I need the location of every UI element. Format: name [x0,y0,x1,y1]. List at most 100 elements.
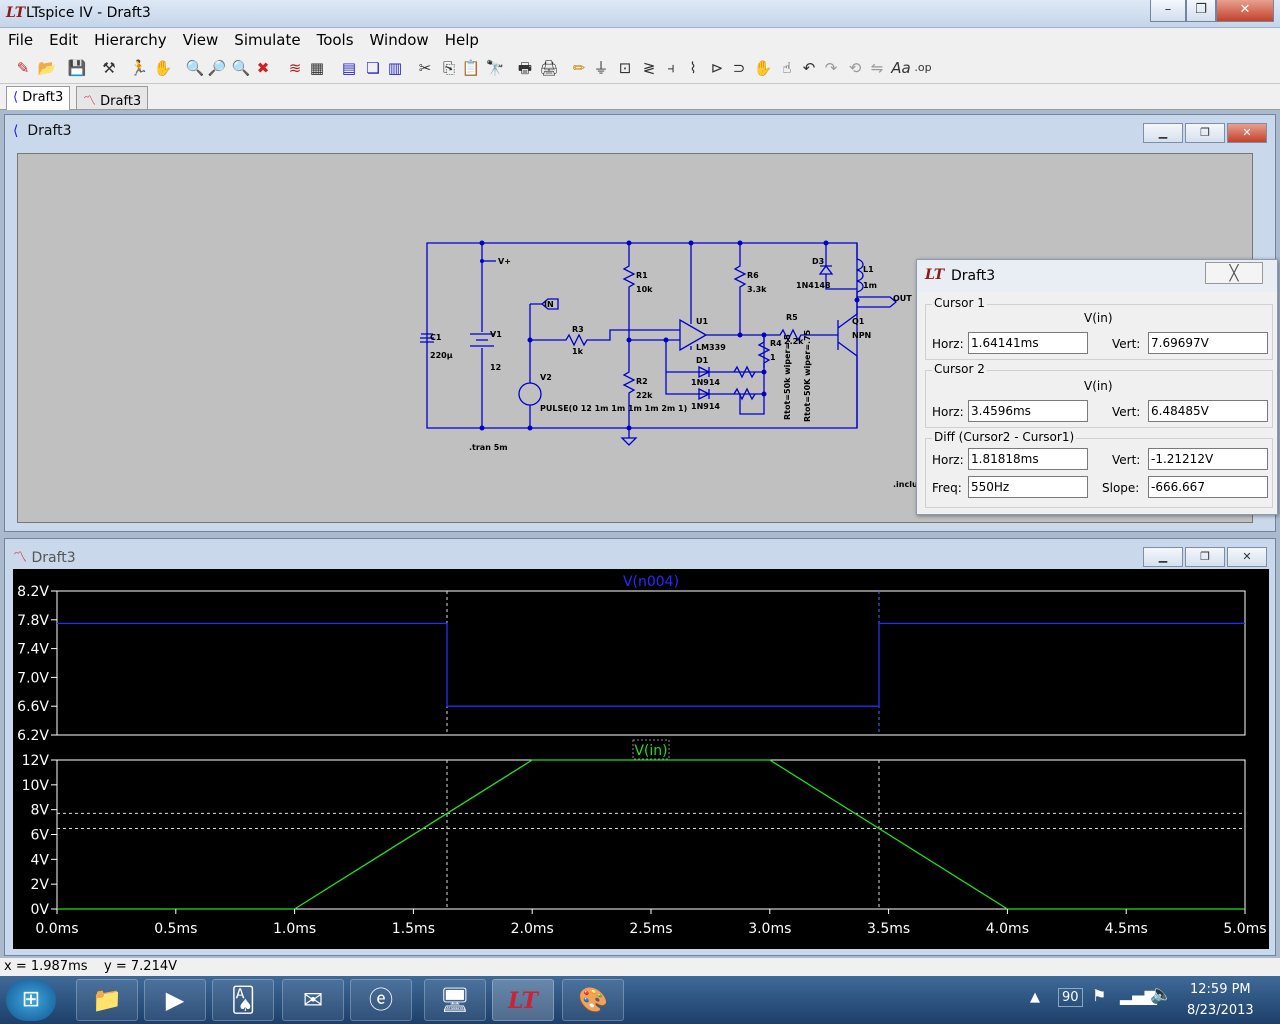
ground-icon[interactable]: ⏚ [590,57,612,79]
taskbar: ⊞ 📁 ▶ 🂡 ✉ ⓔ 🖥 LT 🎨 ▲ 90 ⚑ ▂▄▆ 🔈 12:59 PM… [0,976,1280,1024]
undo-icon[interactable]: ↶ [798,57,820,79]
freq-field[interactable] [968,476,1088,498]
menu-window[interactable]: Window [362,28,437,49]
minimize-button[interactable]: ▁ [1143,123,1183,143]
tray-expand-icon[interactable]: ▲ [1030,990,1040,1005]
clock-time[interactable]: 12:59 PM [1190,982,1251,997]
monitor-icon: 🖥 [439,986,471,1014]
tab-waveform[interactable]: 〽 Draft3 [76,86,149,109]
zoom-in-icon[interactable]: 🔍 [184,57,206,79]
menu-tools[interactable]: Tools [309,28,362,49]
rotate-icon[interactable]: ⟲ [844,57,866,79]
component-icon[interactable]: ⊃ [728,57,750,79]
save-icon[interactable]: 💾 [66,57,88,79]
resistor-icon[interactable]: ≷ [638,57,660,79]
cut-icon[interactable]: ✂ [414,57,436,79]
autorange-icon[interactable]: ≋ [284,57,306,79]
ltspice-logo-icon: LT [925,267,945,283]
minimize-button[interactable]: ▁ [1143,547,1183,567]
clock-date[interactable]: 8/23/2013 [1187,1003,1254,1018]
open-icon[interactable]: 📂 [36,57,58,79]
print-setup-icon[interactable]: 🖶 [514,57,536,79]
cursor-window-close-button[interactable]: ╳ [1205,262,1263,284]
close-button[interactable]: ✕ [1227,123,1267,143]
cursor1-vert-field[interactable] [1148,332,1268,354]
menu-simulate[interactable]: Simulate [226,28,308,49]
control-panel-icon[interactable]: ⚒ [98,57,120,79]
trace-title: V(in) [634,743,667,759]
zoom-cancel-icon[interactable]: ✖ [252,57,274,79]
waveform-window: 〽 Draft3 ▁ ❐ ✕ 8.2V 7.8V 7.4V 7.0V 6.6V 6.2V V(n… [4,538,1276,956]
r4-value: 1 [770,353,776,362]
waveform-plot[interactable]: 8.2V 7.8V 7.4V 7.0V 6.6V 6.2V V(n004) 12V 10V 8V 6… [13,569,1269,949]
print-icon[interactable]: 🖨 [538,57,560,79]
delete-traces-icon[interactable]: ▦ [306,57,328,79]
ltspice-taskbar-button[interactable]: LT [492,979,554,1021]
start-button[interactable]: ⊞ [6,979,56,1021]
run-icon[interactable]: 🏃 [128,57,150,79]
maximize-button[interactable]: ❐ [1186,0,1216,22]
spice-directive-icon[interactable]: .op [912,57,934,79]
diff-label: Diff (Cursor2 - Cursor1) [932,430,1077,444]
explorer-taskbar-button[interactable]: 📁 [76,979,138,1021]
l1-label: L1 [863,265,874,274]
inductor-icon[interactable]: ⌇ [682,57,704,79]
menu-edit[interactable]: Edit [41,28,86,49]
outlook-taskbar-button[interactable]: ✉ [282,979,344,1021]
halt-icon[interactable]: ✋ [152,57,174,79]
menu-view[interactable]: View [175,28,227,49]
redo-icon[interactable]: ↷ [820,57,842,79]
capacitor-icon[interactable]: ⫞ [660,57,682,79]
volume-icon[interactable]: 🔈 [1150,984,1172,1005]
r1-label: R1 [636,271,648,280]
label-net-icon[interactable]: ⊡ [614,57,636,79]
maximize-button[interactable]: ❐ [1185,123,1225,143]
copy-icon[interactable]: ⎘ [438,57,460,79]
slope-field[interactable] [1148,476,1268,498]
wire-icon[interactable]: ✏ [568,57,590,79]
mirror-icon[interactable]: ⇋ [866,57,888,79]
slope-label: Slope: [1102,481,1140,495]
diode-icon[interactable]: ⊳ [706,57,728,79]
diff-vert-field[interactable] [1148,448,1268,470]
close-button[interactable]: ✕ [1227,547,1267,567]
tile-vertical-icon[interactable]: ▥ [384,57,406,79]
ltspice-logo-icon: LT [507,988,539,1014]
cursor1-horz-field[interactable] [968,332,1088,354]
cascade-icon[interactable]: ❏ [362,57,384,79]
menu-help[interactable]: Help [437,28,487,49]
terminal-taskbar-button[interactable]: 🖥 [424,979,486,1021]
outlook-icon: ✉ [302,986,324,1014]
move-icon[interactable]: ✋ [752,57,774,79]
media-player-taskbar-button[interactable]: ▶ [144,979,206,1021]
menu-hierarchy[interactable]: Hierarchy [86,28,175,49]
ltspice-logo-icon: LT [6,5,26,21]
ie-taskbar-button[interactable]: ⓔ [350,979,412,1021]
tab-label: Draft3 [22,90,64,105]
tab-schematic[interactable]: ⟨ Draft3 [6,86,71,110]
solitaire-taskbar-button[interactable]: 🂡 [212,979,274,1021]
tile-horizontal-icon[interactable]: ▤ [338,57,360,79]
tran-directive: .tran 5m [469,443,508,452]
menu-file[interactable]: File [0,28,41,49]
diff-horz-field[interactable] [968,448,1088,470]
paint-taskbar-button[interactable]: 🎨 [562,979,624,1021]
new-schematic-icon[interactable]: ✎ [12,57,34,79]
document-tabs: ⟨ Draft3 〽 Draft3 [0,84,1280,110]
paste-icon[interactable]: 📋 [460,57,482,79]
maximize-button[interactable]: ❐ [1185,547,1225,567]
find-icon[interactable]: 🔭 [484,57,506,79]
action-center-flag-icon[interactable]: ⚑ [1092,986,1106,1005]
cursor2-horz-field[interactable] [968,400,1088,422]
close-button[interactable]: ✕ [1216,0,1274,22]
tray-badge[interactable]: 90 [1058,988,1083,1007]
minimize-button[interactable]: – [1150,0,1186,22]
cursor1-group: Cursor 1 V(in) Horz: Vert: [925,296,1273,360]
cursor2-vert-field[interactable] [1148,400,1268,422]
drag-icon[interactable]: ☝ [776,57,798,79]
pan-icon[interactable]: 🔎 [206,57,228,79]
in-net-label: IN [544,300,554,309]
pot2-params: Rtot=50K wiper=.75 [803,329,812,422]
zoom-out-icon[interactable]: 🔍 [230,57,252,79]
text-icon[interactable]: Aa [890,57,912,79]
